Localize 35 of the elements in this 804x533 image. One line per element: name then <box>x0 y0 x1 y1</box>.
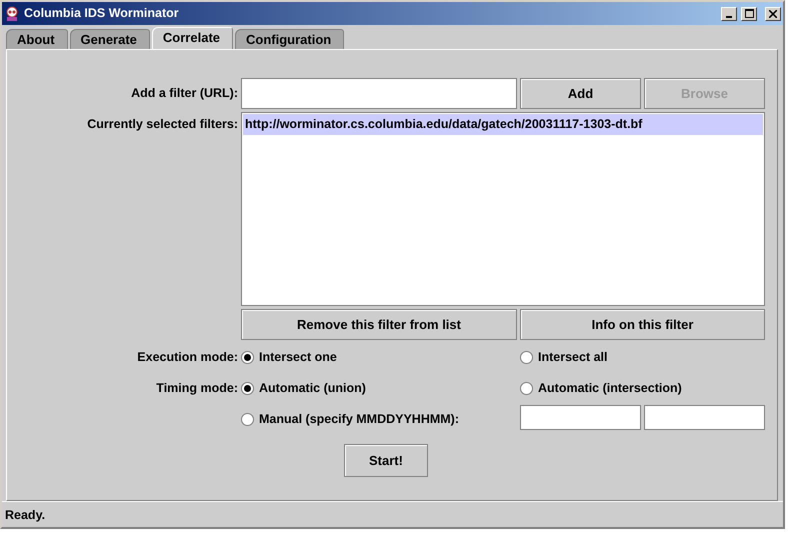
tab[interactable]: Correlate <box>152 27 233 49</box>
radio-label: Intersect one <box>259 348 337 366</box>
list-item[interactable]: http://worminator.cs.columbia.edu/data/gatech/20031117-1303-dt.bf <box>243 114 763 135</box>
radio-button[interactable] <box>241 350 254 364</box>
radio-label: Manual (specify MMDDYYHHMM): <box>259 410 460 428</box>
minimize-icon <box>726 16 732 18</box>
status-bar: Ready. <box>2 501 783 527</box>
minimize-button[interactable] <box>721 6 737 20</box>
maximize-button[interactable] <box>741 6 757 20</box>
radio-button[interactable] <box>241 382 254 394</box>
time-field[interactable] <box>520 405 641 430</box>
add-button[interactable]: Add <box>520 78 641 109</box>
filter-button[interactable]: Info on this filter <box>520 309 765 340</box>
close-icon <box>769 10 777 18</box>
radio-button[interactable] <box>520 350 533 364</box>
tab[interactable]: Configuration <box>235 29 344 49</box>
app-logo-icon <box>4 6 20 22</box>
list-label: Currently selected filters: <box>86 116 238 133</box>
url-field[interactable] <box>241 78 517 109</box>
radio-label: Automatic (intersection) <box>538 380 682 397</box>
radio-label: Automatic (union) <box>259 380 366 397</box>
radio-button[interactable] <box>520 382 533 394</box>
window-title: Columbia IDS Worminator <box>24 5 179 22</box>
radio-button[interactable] <box>241 412 254 426</box>
radio-label: Intersect all <box>538 348 608 366</box>
field-label: Execution mode: <box>136 348 238 366</box>
tab[interactable]: About <box>6 29 68 49</box>
start-button[interactable]: Start! <box>344 444 428 477</box>
field-label: Timing mode: <box>155 380 238 397</box>
filter-button[interactable]: Remove this filter from list <box>241 309 517 340</box>
field-label: Add a filter (URL): <box>130 85 238 102</box>
time-field[interactable] <box>644 405 765 430</box>
tab[interactable]: Generate <box>70 29 150 49</box>
close-button[interactable] <box>765 6 781 20</box>
maximize-icon <box>744 9 754 18</box>
